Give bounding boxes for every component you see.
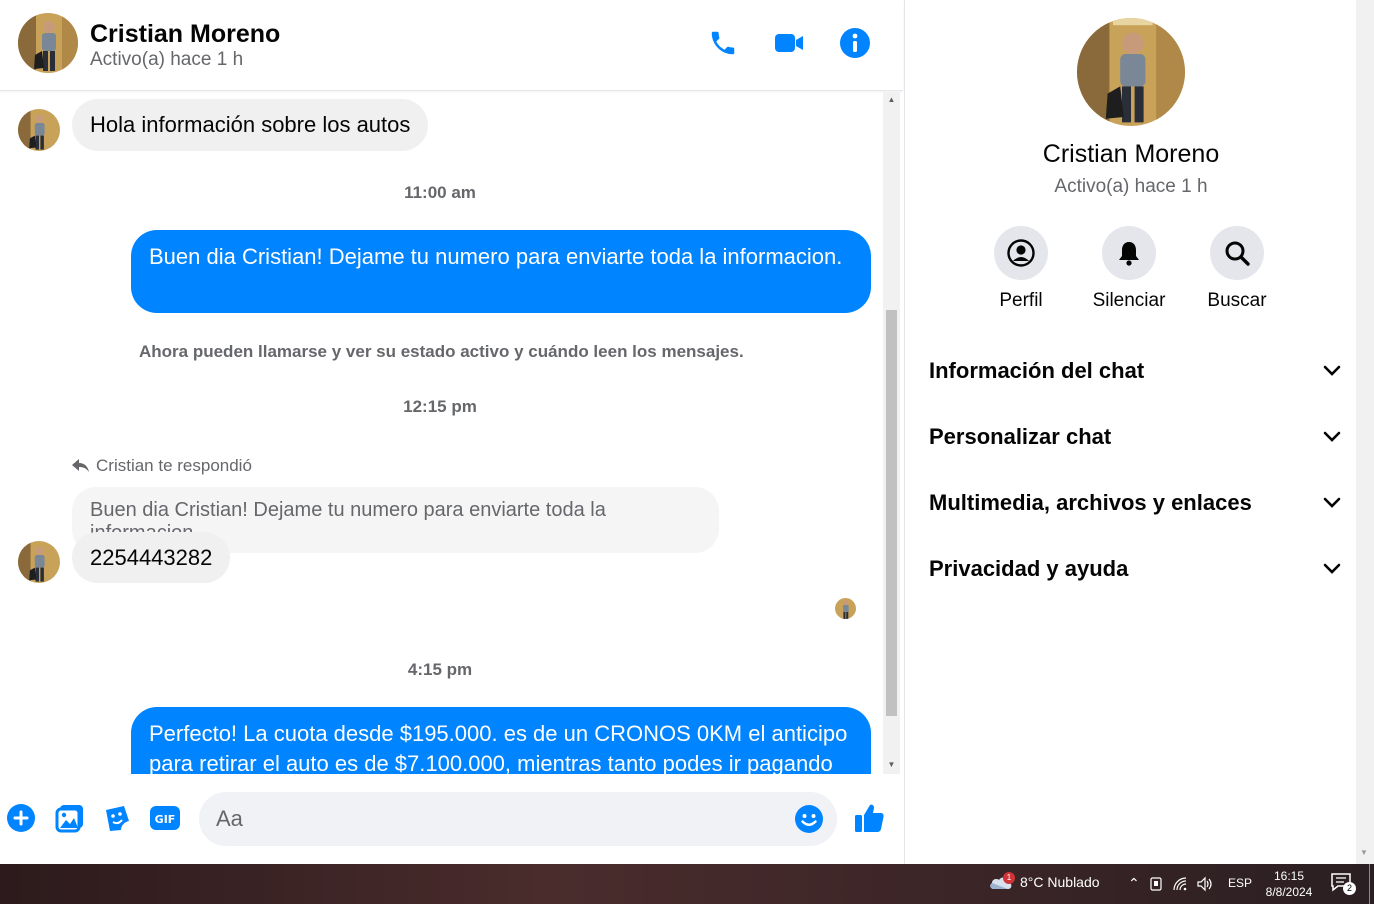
- gif-button[interactable]: GIF: [149, 802, 181, 834]
- reply-indicator: Cristian te respondió: [72, 456, 252, 476]
- timestamp: 11:00 am: [404, 183, 476, 202]
- volume-icon[interactable]: [1196, 876, 1214, 892]
- section-label: Personalizar chat: [929, 424, 1112, 449]
- video-camera-icon: [775, 34, 803, 52]
- contact-avatar[interactable]: [18, 13, 78, 73]
- message-incoming[interactable]: 2254443282: [72, 532, 231, 583]
- chat-header: Cristian Moreno Activo(a) hace 1 h: [0, 0, 903, 91]
- profile-status: Activo(a) hace 1 h: [1054, 176, 1208, 197]
- phone-icon: [711, 31, 735, 55]
- clock[interactable]: 16:15 8/8/2024: [1262, 868, 1316, 900]
- message-scrollbar[interactable]: ▲ ▼: [883, 92, 900, 774]
- clock-time: 16:15: [1273, 869, 1305, 883]
- chat-pane: Cristian Moreno Activo(a) hace 1 h Hola …: [0, 0, 903, 864]
- profile-action-button[interactable]: Perfil: [976, 226, 1066, 312]
- message-outgoing[interactable]: Perfecto! La cuota desde $195.000. es de…: [131, 707, 871, 774]
- mute-action-button[interactable]: Silenciar: [1084, 226, 1174, 312]
- weather-badge: 1: [1003, 872, 1015, 884]
- seen-receipt-avatar: [835, 598, 856, 619]
- notification-center-button[interactable]: 2: [1330, 872, 1356, 896]
- chevron-down-icon: [1323, 431, 1341, 442]
- section-label: Multimedia, archivos y enlaces: [929, 490, 1252, 515]
- video-call-button[interactable]: [772, 26, 806, 60]
- composer: GIF: [0, 776, 903, 864]
- chevron-down-icon: [1323, 563, 1341, 574]
- message-outgoing[interactable]: Buen dia Cristian! Dejame tu numero para…: [131, 230, 871, 313]
- sticker-icon: [106, 806, 129, 831]
- clock-date: 8/8/2024: [1265, 885, 1313, 899]
- message-input[interactable]: [199, 792, 837, 846]
- section-label: Privacidad y ayuda: [929, 556, 1129, 581]
- section-media-files-links[interactable]: Multimedia, archivos y enlaces: [929, 478, 1341, 528]
- timestamp: 12:15 pm: [403, 397, 477, 416]
- section-customize-chat[interactable]: Personalizar chat: [929, 412, 1341, 462]
- section-chat-info[interactable]: Información del chat: [929, 346, 1341, 396]
- search-action-button[interactable]: Buscar: [1192, 226, 1282, 312]
- reply-label: Cristian te respondió: [96, 456, 252, 475]
- wifi-icon[interactable]: [1172, 876, 1188, 892]
- image-icon: [55, 805, 83, 833]
- scroll-down-arrow[interactable]: ▼: [1360, 848, 1368, 857]
- smiley-icon: [795, 805, 823, 833]
- page-scrollbar[interactable]: ▼: [1356, 0, 1374, 864]
- system-notice: Ahora pueden llamarse y ver su estado ac…: [139, 342, 744, 361]
- show-desktop-button[interactable]: [1369, 864, 1370, 904]
- windows-taskbar: 8°C Nublado 1 ⌃ ESP 16:15 8/8/2024 2: [0, 864, 1374, 904]
- plus-circle-icon: [7, 804, 35, 832]
- section-privacy-help[interactable]: Privacidad y ayuda: [929, 544, 1341, 594]
- search-action-label: Buscar: [1207, 290, 1267, 311]
- profile-photo[interactable]: [1077, 18, 1185, 126]
- emoji-button[interactable]: [793, 803, 825, 835]
- conversation-info-button[interactable]: [838, 26, 872, 60]
- contact-status: Activo(a) hace 1 h: [90, 49, 244, 70]
- gif-icon: GIF: [150, 806, 180, 830]
- chevron-down-icon: [1323, 365, 1341, 376]
- weather-text: 8°C Nublado: [1020, 874, 1100, 890]
- thumbs-up-icon: [855, 804, 884, 832]
- input-language[interactable]: ESP: [1228, 876, 1252, 890]
- message-list[interactable]: Hola información sobre los autos 11:00 a…: [0, 92, 882, 774]
- info-icon: [840, 28, 870, 58]
- sender-avatar[interactable]: [18, 109, 60, 151]
- system-tray: ⌃: [1128, 875, 1214, 892]
- notification-count: 2: [1343, 882, 1356, 895]
- scroll-up-arrow[interactable]: ▲: [886, 95, 897, 105]
- reply-arrow-icon: [72, 459, 89, 472]
- svg-text:GIF: GIF: [155, 813, 176, 826]
- meet-now-icon[interactable]: [1148, 876, 1164, 892]
- profile-action-label: Perfil: [999, 290, 1043, 311]
- message-incoming[interactable]: Hola información sobre los autos: [72, 99, 429, 151]
- sender-avatar[interactable]: [18, 541, 60, 583]
- search-icon: [1225, 241, 1250, 266]
- conversation-info-panel: Cristian Moreno Activo(a) hace 1 h Perfi…: [904, 0, 1356, 864]
- chevron-down-icon: [1323, 497, 1341, 508]
- bell-icon: [1119, 242, 1139, 266]
- scroll-thumb[interactable]: [886, 310, 897, 716]
- section-label: Información del chat: [929, 358, 1145, 383]
- profile-icon: [1007, 239, 1035, 267]
- like-button[interactable]: [853, 802, 885, 834]
- contact-name[interactable]: Cristian Moreno: [90, 20, 280, 49]
- more-actions-button[interactable]: [5, 802, 37, 834]
- chevron-up-icon[interactable]: ⌃: [1128, 875, 1140, 892]
- scroll-down-arrow[interactable]: ▼: [886, 760, 897, 770]
- sticker-button[interactable]: [101, 802, 133, 834]
- voice-call-button[interactable]: [706, 26, 740, 60]
- timestamp: 4:15 pm: [407, 660, 473, 679]
- mute-action-label: Silenciar: [1092, 290, 1166, 311]
- profile-name: Cristian Moreno: [1042, 140, 1220, 168]
- attach-photo-button[interactable]: [54, 802, 86, 834]
